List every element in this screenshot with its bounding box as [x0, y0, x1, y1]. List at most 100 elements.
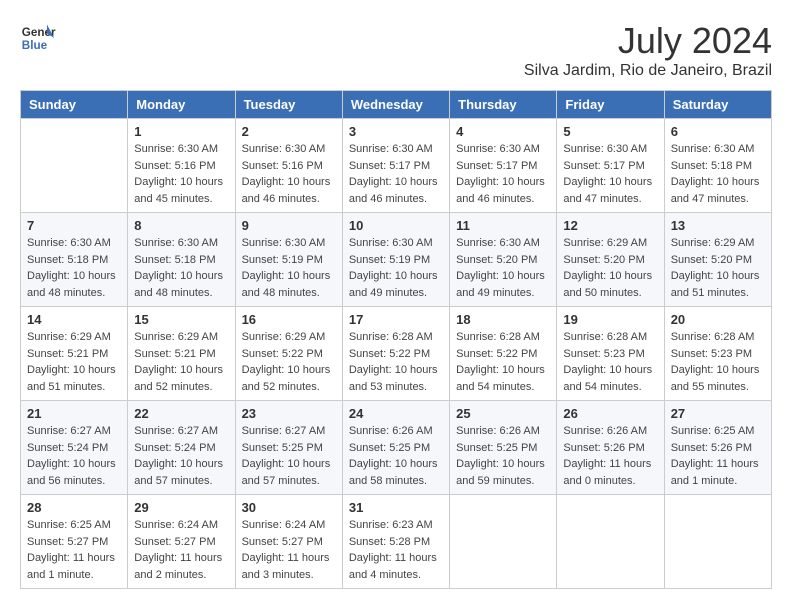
calendar-cell: 12Sunrise: 6:29 AM Sunset: 5:20 PM Dayli…: [557, 213, 664, 307]
day-number: 21: [27, 406, 121, 421]
calendar-cell: 30 Sunrise: 6:24 AM Sunset: 5:27 PM Dayli…: [235, 495, 342, 589]
day-number: 18: [456, 312, 550, 327]
header-cell-sunday: Sunday: [21, 91, 128, 119]
calendar-cell: 10 Sunrise: 6:30 AM Sunset: 5:19 PM Dayli…: [342, 213, 449, 307]
day-number: 24: [349, 406, 443, 421]
header-cell-monday: Monday: [128, 91, 235, 119]
cell-content: Sunrise: 6:30 AM Sunset: 5:17 PM Dayligh…: [456, 141, 550, 207]
calendar-cell: 5 Sunrise: 6:30 AM Sunset: 5:17 PM Daylig…: [557, 119, 664, 213]
calendar-cell: 6Sunrise: 6:30 AM Sunset: 5:18 PM Daylig…: [664, 119, 771, 213]
calendar-cell: 19 Sunrise: 6:28 AM Sunset: 5:23 PM Dayli…: [557, 307, 664, 401]
calendar-cell: 22 Sunrise: 6:27 AM Sunset: 5:24 PM Dayli…: [128, 401, 235, 495]
location-subtitle: Silva Jardim, Rio de Janeiro, Brazil: [524, 62, 772, 80]
calendar-cell: [664, 495, 771, 589]
cell-content: Sunrise: 6:30 AM Sunset: 5:19 PM Dayligh…: [242, 235, 336, 301]
cell-content: Sunrise: 6:30 AM Sunset: 5:18 PM Dayligh…: [27, 235, 121, 301]
calendar-cell: 31 Sunrise: 6:23 AM Sunset: 5:28 PM Dayli…: [342, 495, 449, 589]
day-number: 29: [134, 500, 228, 515]
day-number: 1: [134, 124, 228, 139]
calendar-cell: 28Sunrise: 6:25 AM Sunset: 5:27 PM Dayli…: [21, 495, 128, 589]
day-number: 16: [242, 312, 336, 327]
day-number: 31: [349, 500, 443, 515]
calendar-cell: 18 Sunrise: 6:28 AM Sunset: 5:22 PM Dayli…: [450, 307, 557, 401]
page-header: General Blue July 2024 Silva Jardim, Rio…: [20, 20, 772, 80]
cell-content: Sunrise: 6:28 AM Sunset: 5:23 PM Dayligh…: [671, 329, 765, 395]
day-number: 10: [349, 218, 443, 233]
cell-content: Sunrise: 6:26 AM Sunset: 5:26 PM Dayligh…: [563, 423, 657, 489]
calendar-cell: 23Sunrise: 6:27 AM Sunset: 5:25 PM Dayli…: [235, 401, 342, 495]
cell-content: Sunrise: 6:23 AM Sunset: 5:28 PM Dayligh…: [349, 517, 443, 583]
cell-content: Sunrise: 6:28 AM Sunset: 5:22 PM Dayligh…: [456, 329, 550, 395]
day-number: 13: [671, 218, 765, 233]
calendar-cell: [557, 495, 664, 589]
cell-content: Sunrise: 6:30 AM Sunset: 5:19 PM Dayligh…: [349, 235, 443, 301]
calendar-cell: 26 Sunrise: 6:26 AM Sunset: 5:26 PM Dayli…: [557, 401, 664, 495]
day-number: 25: [456, 406, 550, 421]
svg-text:Blue: Blue: [22, 39, 48, 52]
calendar-cell: 13 Sunrise: 6:29 AM Sunset: 5:20 PM Dayli…: [664, 213, 771, 307]
logo-icon: General Blue: [20, 20, 56, 56]
calendar-cell: 1 Sunrise: 6:30 AM Sunset: 5:16 PM Daylig…: [128, 119, 235, 213]
week-row-3: 14 Sunrise: 6:29 AM Sunset: 5:21 PM Dayli…: [21, 307, 772, 401]
header-cell-wednesday: Wednesday: [342, 91, 449, 119]
day-number: 15: [134, 312, 228, 327]
header-cell-saturday: Saturday: [664, 91, 771, 119]
cell-content: Sunrise: 6:30 AM Sunset: 5:16 PM Dayligh…: [134, 141, 228, 207]
calendar-cell: 24 Sunrise: 6:26 AM Sunset: 5:25 PM Dayli…: [342, 401, 449, 495]
cell-content: Sunrise: 6:25 AM Sunset: 5:26 PM Dayligh…: [671, 423, 765, 489]
day-number: 12: [563, 218, 657, 233]
day-number: 26: [563, 406, 657, 421]
day-number: 30: [242, 500, 336, 515]
day-number: 20: [671, 312, 765, 327]
cell-content: Sunrise: 6:29 AM Sunset: 5:21 PM Dayligh…: [27, 329, 121, 395]
cell-content: Sunrise: 6:27 AM Sunset: 5:24 PM Dayligh…: [27, 423, 121, 489]
week-row-5: 28Sunrise: 6:25 AM Sunset: 5:27 PM Dayli…: [21, 495, 772, 589]
cell-content: Sunrise: 6:29 AM Sunset: 5:20 PM Dayligh…: [671, 235, 765, 301]
calendar-cell: 20 Sunrise: 6:28 AM Sunset: 5:23 PM Dayli…: [664, 307, 771, 401]
calendar-cell: 9Sunrise: 6:30 AM Sunset: 5:19 PM Daylig…: [235, 213, 342, 307]
header-row: SundayMondayTuesdayWednesdayThursdayFrid…: [21, 91, 772, 119]
cell-content: Sunrise: 6:24 AM Sunset: 5:27 PM Dayligh…: [134, 517, 228, 583]
calendar-cell: 2 Sunrise: 6:30 AM Sunset: 5:16 PM Daylig…: [235, 119, 342, 213]
day-number: 17: [349, 312, 443, 327]
calendar-cell: [21, 119, 128, 213]
day-number: 2: [242, 124, 336, 139]
cell-content: Sunrise: 6:28 AM Sunset: 5:23 PM Dayligh…: [563, 329, 657, 395]
day-number: 19: [563, 312, 657, 327]
day-number: 23: [242, 406, 336, 421]
calendar-cell: 16 Sunrise: 6:29 AM Sunset: 5:22 PM Dayli…: [235, 307, 342, 401]
cell-content: Sunrise: 6:30 AM Sunset: 5:17 PM Dayligh…: [563, 141, 657, 207]
day-number: 3: [349, 124, 443, 139]
day-number: 5: [563, 124, 657, 139]
calendar-cell: 29 Sunrise: 6:24 AM Sunset: 5:27 PM Dayli…: [128, 495, 235, 589]
calendar-cell: 25 Sunrise: 6:26 AM Sunset: 5:25 PM Dayli…: [450, 401, 557, 495]
cell-content: Sunrise: 6:27 AM Sunset: 5:24 PM Dayligh…: [134, 423, 228, 489]
day-number: 22: [134, 406, 228, 421]
cell-content: Sunrise: 6:30 AM Sunset: 5:18 PM Dayligh…: [134, 235, 228, 301]
header-cell-friday: Friday: [557, 91, 664, 119]
calendar-cell: 17Sunrise: 6:28 AM Sunset: 5:22 PM Dayli…: [342, 307, 449, 401]
calendar-cell: 3 Sunrise: 6:30 AM Sunset: 5:17 PM Daylig…: [342, 119, 449, 213]
title-block: July 2024 Silva Jardim, Rio de Janeiro, …: [524, 20, 772, 80]
cell-content: Sunrise: 6:29 AM Sunset: 5:22 PM Dayligh…: [242, 329, 336, 395]
calendar-cell: 11Sunrise: 6:30 AM Sunset: 5:20 PM Dayli…: [450, 213, 557, 307]
day-number: 8: [134, 218, 228, 233]
cell-content: Sunrise: 6:25 AM Sunset: 5:27 PM Dayligh…: [27, 517, 121, 583]
cell-content: Sunrise: 6:30 AM Sunset: 5:17 PM Dayligh…: [349, 141, 443, 207]
calendar-cell: 15 Sunrise: 6:29 AM Sunset: 5:21 PM Dayli…: [128, 307, 235, 401]
cell-content: Sunrise: 6:24 AM Sunset: 5:27 PM Dayligh…: [242, 517, 336, 583]
calendar-cell: 8 Sunrise: 6:30 AM Sunset: 5:18 PM Daylig…: [128, 213, 235, 307]
calendar-table: SundayMondayTuesdayWednesdayThursdayFrid…: [20, 90, 772, 589]
day-number: 14: [27, 312, 121, 327]
month-year-title: July 2024: [524, 20, 772, 62]
calendar-header: SundayMondayTuesdayWednesdayThursdayFrid…: [21, 91, 772, 119]
cell-content: Sunrise: 6:26 AM Sunset: 5:25 PM Dayligh…: [349, 423, 443, 489]
cell-content: Sunrise: 6:30 AM Sunset: 5:16 PM Dayligh…: [242, 141, 336, 207]
day-number: 27: [671, 406, 765, 421]
header-cell-tuesday: Tuesday: [235, 91, 342, 119]
calendar-cell: [450, 495, 557, 589]
calendar-cell: 7Sunrise: 6:30 AM Sunset: 5:18 PM Daylig…: [21, 213, 128, 307]
cell-content: Sunrise: 6:29 AM Sunset: 5:21 PM Dayligh…: [134, 329, 228, 395]
week-row-4: 21 Sunrise: 6:27 AM Sunset: 5:24 PM Dayli…: [21, 401, 772, 495]
cell-content: Sunrise: 6:26 AM Sunset: 5:25 PM Dayligh…: [456, 423, 550, 489]
